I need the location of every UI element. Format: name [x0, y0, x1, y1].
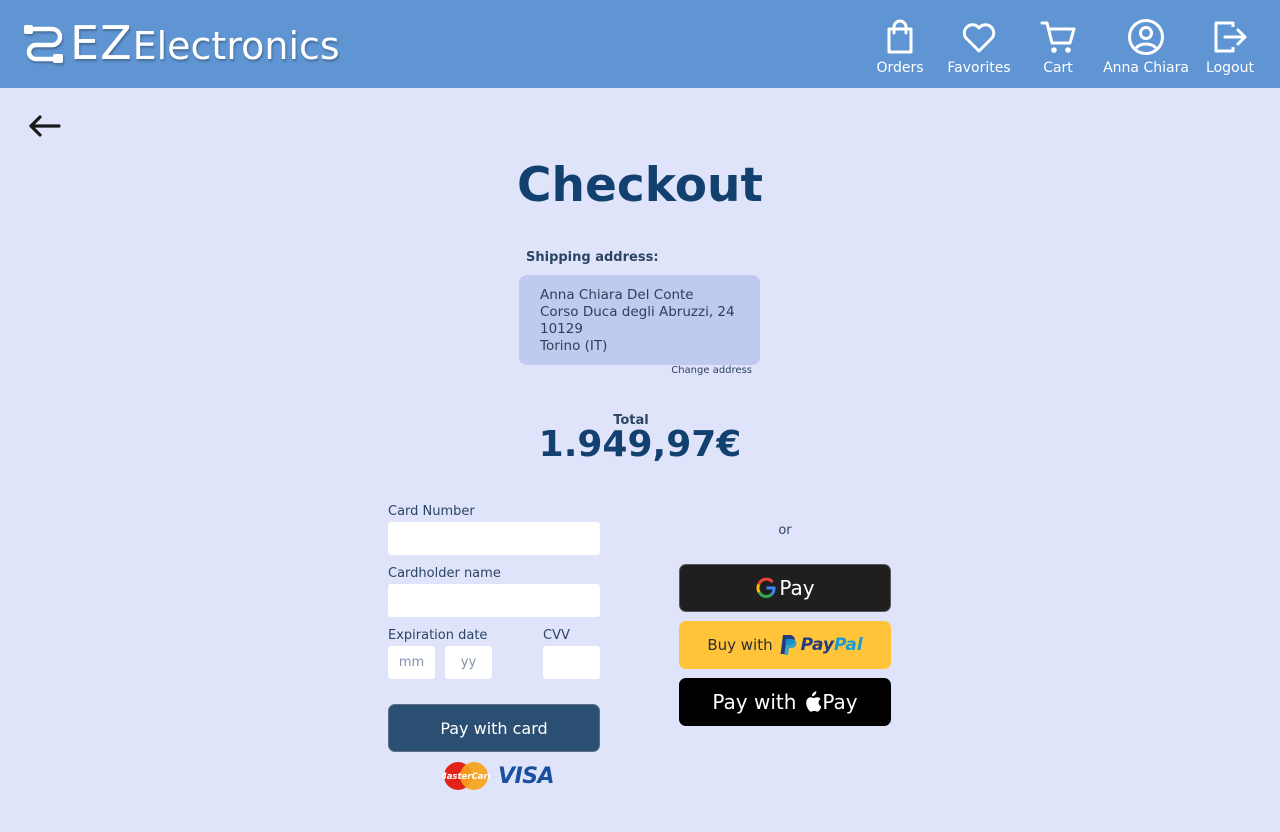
logo-cable-icon: [24, 25, 63, 63]
address-line-zip: 10129: [540, 321, 583, 337]
heart-icon: [962, 23, 996, 53]
expiration-date-label: Expiration date: [388, 628, 488, 643]
address-line-name: Anna Chiara Del Conte: [540, 287, 694, 303]
nav-orders[interactable]: Orders: [874, 18, 926, 76]
change-address-link[interactable]: Change address: [0, 365, 752, 376]
logout-icon: [1214, 21, 1247, 53]
shipping-address-box: Anna Chiara Del Conte Corso Duca degli A…: [519, 275, 760, 365]
nav-cart[interactable]: Cart: [1036, 18, 1080, 76]
apple-pay-prefix-text: Pay with: [712, 690, 797, 714]
total-amount: 1.949,97€: [538, 424, 742, 465]
shipping-address-label: Shipping address:: [526, 250, 659, 265]
nav-favorites-label: Favorites: [947, 60, 1011, 76]
accepted-cards: MasterCard VISA: [442, 760, 555, 792]
pay-with-card-button[interactable]: Pay with card: [388, 704, 600, 752]
top-navbar: EZElectronics Orders Favorites Cart Anna…: [0, 0, 1280, 88]
brand-logo[interactable]: EZElectronics: [22, 18, 340, 68]
expiration-year-input[interactable]: [445, 646, 492, 679]
card-number-label: Card Number: [388, 504, 475, 519]
nav-favorites[interactable]: Favorites: [946, 18, 1012, 76]
shopping-bag-icon: [887, 19, 913, 54]
apple-logo-icon: [806, 691, 822, 712]
cvv-input[interactable]: [543, 646, 600, 679]
paypal-button[interactable]: Buy with PayPal: [679, 621, 891, 669]
nav-user-profile[interactable]: Anna Chiara: [1100, 18, 1192, 76]
paypal-prefix-text: Buy with: [707, 636, 773, 654]
cvv-label: CVV: [543, 628, 570, 643]
mastercard-text: MasterCard: [442, 772, 490, 782]
paypal-p-icon: [780, 635, 797, 655]
cardholder-name-input[interactable]: [388, 584, 600, 617]
card-number-input[interactable]: [388, 522, 600, 555]
apple-pay-button[interactable]: Pay with Pay: [679, 678, 891, 726]
user-circle-icon: [1128, 19, 1164, 55]
address-line-city: Torino (IT): [540, 338, 608, 354]
cart-icon: [1040, 21, 1076, 53]
or-separator: or: [778, 523, 792, 538]
google-pay-button[interactable]: Pay: [679, 564, 891, 612]
page-title: Checkout: [517, 158, 763, 213]
address-line-street: Corso Duca degli Abruzzi, 24: [540, 304, 735, 320]
nav-cart-label: Cart: [1043, 60, 1073, 76]
google-pay-text: Pay: [779, 576, 815, 600]
paypal-word-pay: Pay: [800, 635, 834, 655]
visa-logo: VISA: [498, 763, 555, 789]
expiration-month-input[interactable]: [388, 646, 435, 679]
nav-logout[interactable]: Logout: [1204, 18, 1256, 76]
paypal-word-pal: Pal: [834, 635, 863, 655]
nav-user-label: Anna Chiara: [1103, 60, 1189, 76]
mastercard-logo-icon: MasterCard: [442, 762, 490, 790]
logo-text-electronics: Electronics: [132, 24, 340, 68]
apple-pay-text: Pay: [822, 690, 858, 714]
nav-logout-label: Logout: [1206, 60, 1254, 76]
cardholder-name-label: Cardholder name: [388, 566, 501, 581]
back-arrow-icon[interactable]: [26, 110, 62, 142]
nav-orders-label: Orders: [876, 60, 924, 76]
google-g-icon: [756, 577, 776, 598]
logo-text-ez: EZ: [70, 16, 133, 70]
